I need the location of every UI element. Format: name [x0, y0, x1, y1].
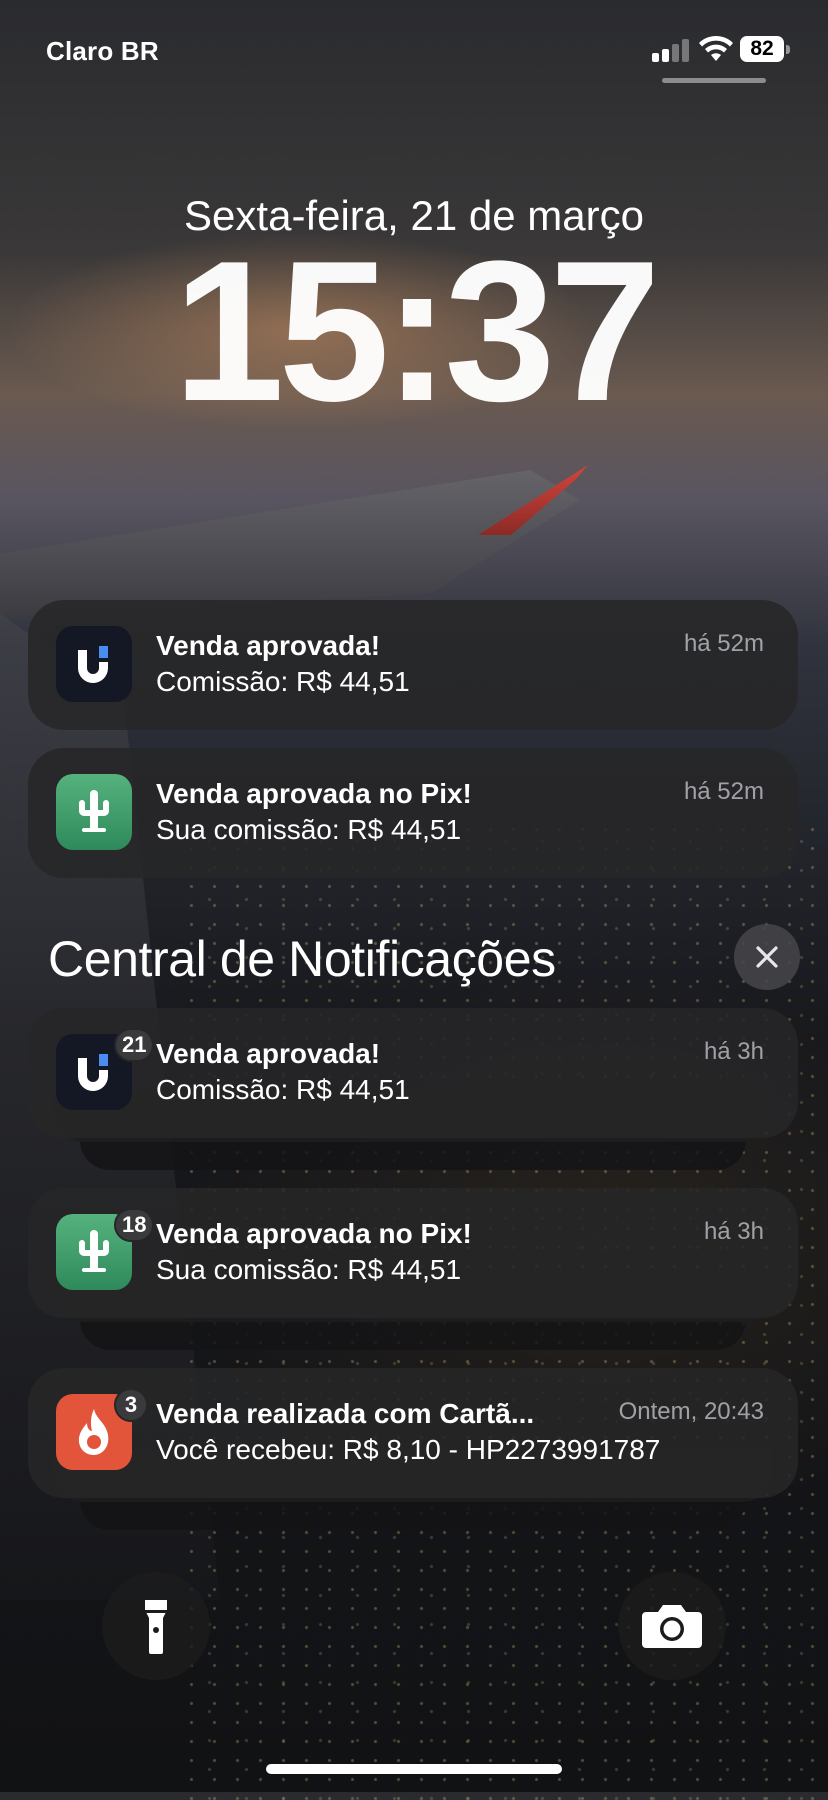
notification-body: Sua comissão: R$ 44,51	[156, 814, 462, 845]
notification-count-badge: 3	[114, 1388, 148, 1422]
notification-time: há 52m	[683, 778, 764, 805]
notification-body: Comissão: R$ 44,51	[156, 1074, 410, 1105]
notification-title: Venda aprovada no Pix!	[156, 1218, 472, 1249]
notification-time: há 3h	[703, 1218, 764, 1245]
notification-card[interactable]: Venda aprovada no Pix! Sua comissão: R$ …	[28, 748, 798, 878]
notification-time: Ontem, 20:43	[618, 1398, 764, 1425]
notification-time: há 52m	[683, 630, 764, 657]
control-center-grabber[interactable]	[662, 78, 766, 83]
notification-time: há 3h	[703, 1038, 764, 1065]
notification-body: Comissão: R$ 44,51	[156, 666, 410, 697]
flashlight-button[interactable]	[102, 1572, 210, 1680]
notification-title: Venda aprovada no Pix!	[156, 778, 472, 809]
flashlight-icon	[145, 1600, 167, 1654]
clear-notifications-button[interactable]	[734, 924, 800, 990]
notification-group[interactable]: 18 Venda aprovada no Pix! Sua comissão: …	[28, 1188, 798, 1318]
notification-body: Você recebeu: R$ 8,10 - HP2273991787	[156, 1434, 661, 1465]
close-icon	[756, 946, 778, 968]
lock-time: 15:37	[173, 220, 661, 443]
notification-title: Venda realizada com Cartã...	[156, 1398, 535, 1429]
notification-card[interactable]: Venda aprovada! Comissão: R$ 44,51 há 52…	[28, 600, 798, 730]
battery-icon: 82	[740, 34, 792, 64]
home-indicator[interactable]	[266, 1764, 562, 1774]
notification-body: Sua comissão: R$ 44,51	[156, 1254, 462, 1285]
cellular-signal-icon	[652, 38, 690, 62]
notification-center-title: Central de Notificações	[48, 931, 556, 987]
battery-level: 82	[740, 36, 784, 62]
wallpaper-airplane-wing	[0, 470, 580, 620]
notification-count-badge: 18	[114, 1208, 155, 1242]
notification-count-badge: 21	[114, 1028, 155, 1062]
notification-title: Venda aprovada!	[156, 1038, 381, 1069]
carrier-name: Claro BR	[46, 36, 159, 66]
notification-group[interactable]: 3 Venda realizada com Cartã... Você rece…	[28, 1368, 798, 1498]
status-bar: Claro BR 82	[0, 0, 828, 100]
notification-group[interactable]: 21 Venda aprovada! Comissão: R$ 44,51 há…	[28, 1008, 798, 1138]
wifi-icon	[699, 35, 733, 61]
camera-icon	[642, 1605, 702, 1648]
cactus-icon	[56, 774, 132, 850]
notification-title: Venda aprovada!	[156, 630, 381, 661]
camera-button[interactable]	[618, 1572, 726, 1680]
u-logo-icon	[56, 626, 132, 702]
